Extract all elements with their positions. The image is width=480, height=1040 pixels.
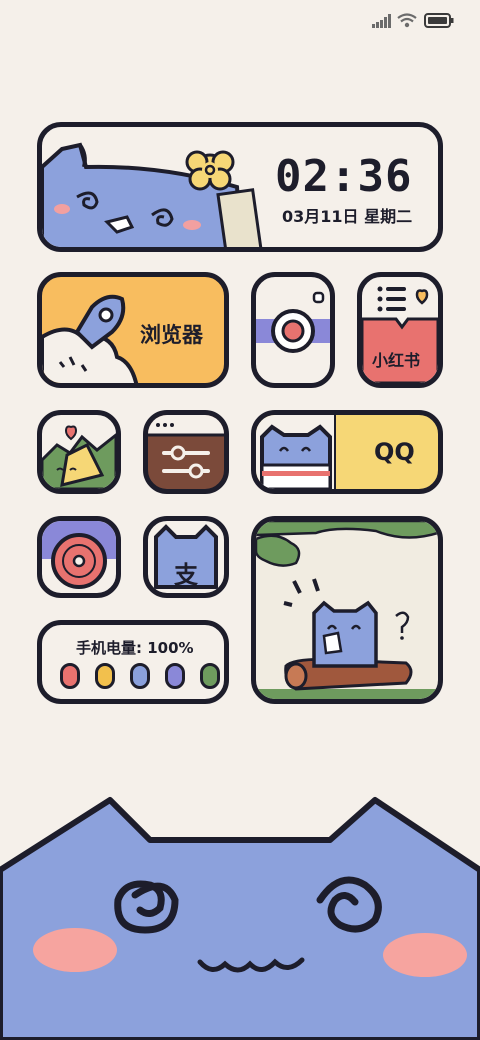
battery-icon xyxy=(424,13,454,28)
camera-app[interactable] xyxy=(251,272,335,388)
settings-sliders-icon xyxy=(148,415,224,479)
clock-date: 03月11日 星期二 xyxy=(282,207,413,226)
alipay-app[interactable]: 支 xyxy=(143,516,229,598)
xiaohongshu-app[interactable]: 小红书 xyxy=(357,272,443,388)
clock-time: 02:36 xyxy=(275,151,413,202)
alipay-label: 支 xyxy=(174,561,198,589)
browser-app[interactable]: 浏览器 xyxy=(37,272,229,388)
cat-peek-illustration xyxy=(42,142,263,247)
gallery-icon xyxy=(42,425,116,489)
battery-widget: 手机电量: 100% xyxy=(37,620,229,704)
browser-label: 浏览器 xyxy=(140,323,203,347)
rocket-icon xyxy=(42,294,139,383)
settings-app[interactable] xyxy=(143,410,229,494)
signal-icon xyxy=(372,14,391,28)
status-bar xyxy=(370,10,470,30)
wifi-icon xyxy=(397,13,417,28)
cat-wallpaper xyxy=(0,797,480,1040)
battery-dot xyxy=(200,663,220,689)
qq-app[interactable]: QQ xyxy=(251,410,443,494)
battery-dots xyxy=(60,663,220,689)
cat-photo-widget[interactable] xyxy=(251,516,443,704)
battery-dot xyxy=(95,663,115,689)
battery-dot xyxy=(165,663,185,689)
battery-label: 手机电量: 100% xyxy=(76,639,194,657)
camera-icon xyxy=(256,291,330,353)
battery-dot xyxy=(130,663,150,689)
xiaohongshu-label: 小红书 xyxy=(372,351,421,370)
gallery-app[interactable] xyxy=(37,410,121,494)
music-disc-icon xyxy=(42,521,116,589)
cat-log-illustration xyxy=(256,521,438,699)
qq-cat-icon xyxy=(256,415,336,489)
battery-dot xyxy=(60,663,80,689)
clock-widget[interactable]: 02:36 03月11日 星期二 xyxy=(37,122,443,252)
music-app[interactable] xyxy=(37,516,121,598)
qq-label: QQ xyxy=(374,438,415,466)
